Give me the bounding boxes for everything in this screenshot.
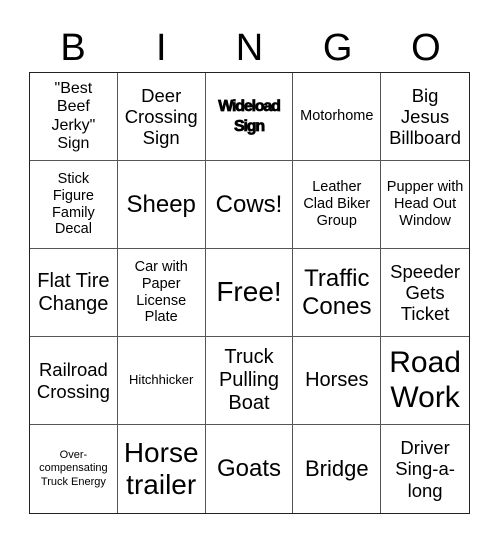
bingo-cell[interactable]: Over-compensating Truck Energy: [30, 425, 118, 513]
bingo-cell[interactable]: Driver Sing-a-long: [381, 425, 469, 513]
cell-label: Goats: [216, 455, 281, 483]
cell-label: Motorhome: [300, 108, 374, 125]
cell-label: Road Work: [389, 346, 461, 414]
bingo-cell[interactable]: Speeder Gets Ticket: [381, 249, 469, 337]
bingo-cell[interactable]: Pupper with Head Out Window: [381, 161, 469, 249]
cell-label: Horses: [305, 369, 369, 391]
cell-label: Cows!: [215, 190, 283, 218]
cell-label: Flat Tire Change: [37, 269, 110, 315]
bingo-cell[interactable]: Bridge: [293, 425, 382, 513]
bingo-cell[interactable]: Cows!: [205, 161, 294, 249]
bingo-cell[interactable]: Goats: [206, 425, 294, 513]
cell-label: Wideload Sign: [218, 98, 281, 135]
header-letter-g: G: [322, 27, 353, 69]
bingo-cell[interactable]: Wideload Sign: [205, 73, 294, 161]
cell-label: Hitchhicker: [129, 372, 194, 388]
cell-label: Traffic Cones: [302, 264, 372, 320]
bingo-cell[interactable]: Leather Clad Biker Group: [293, 161, 382, 249]
bingo-cell[interactable]: Deer Crossing Sign: [117, 73, 206, 161]
bingo-cell[interactable]: Free!: [205, 249, 294, 337]
cell-label: Driver Sing-a-long: [395, 437, 455, 501]
header-letter-o: O: [411, 27, 441, 69]
bingo-cell[interactable]: Sheep: [117, 161, 206, 249]
bingo-header: B I N G O: [29, 24, 470, 72]
cell-label: Big Jesus Billboard: [389, 84, 462, 149]
cell-label: Pupper with Head Out Window: [386, 179, 464, 229]
header-letter-i: I: [156, 27, 167, 69]
cell-label: Truck Pulling Boat: [218, 346, 279, 414]
cell-label: Sheep: [126, 190, 196, 218]
bingo-cell[interactable]: Road Work: [381, 337, 469, 425]
cell-label: Railroad Crossing: [36, 359, 110, 402]
bingo-grid: "Best Beef Jerky" Sign Deer Crossing Sig…: [29, 72, 470, 514]
header-letter-n: N: [235, 27, 264, 69]
bingo-cell[interactable]: Stick Figure Family Decal: [30, 161, 118, 249]
bingo-cell[interactable]: Hitchhicker: [117, 337, 206, 425]
cell-label: Deer Crossing Sign: [124, 84, 198, 149]
cell-label: Free!: [216, 276, 282, 308]
bingo-cell[interactable]: Traffic Cones: [293, 249, 382, 337]
bingo-cell[interactable]: Horses: [293, 337, 382, 425]
header-letter-b: B: [60, 27, 86, 69]
cell-label: Over-compensating Truck Energy: [39, 449, 108, 488]
cell-label: Stick Figure Family Decal: [52, 171, 95, 238]
cell-label: Car with Paper License Plate: [134, 259, 188, 326]
cell-label: Speeder Gets Ticket: [390, 260, 461, 325]
cell-label: "Best Beef Jerky" Sign: [51, 79, 96, 152]
bingo-cell[interactable]: Big Jesus Billboard: [381, 73, 469, 161]
bingo-cell[interactable]: Railroad Crossing: [30, 337, 118, 425]
cell-label: Leather Clad Biker Group: [303, 179, 371, 229]
bingo-cell[interactable]: Flat Tire Change: [30, 249, 118, 337]
bingo-cell[interactable]: "Best Beef Jerky" Sign: [30, 73, 118, 161]
bingo-cell[interactable]: Horse trailer: [118, 425, 206, 513]
cell-label: Horse trailer: [123, 436, 199, 500]
bingo-cell[interactable]: Truck Pulling Boat: [205, 337, 294, 425]
bingo-cell[interactable]: Motorhome: [293, 73, 382, 161]
cell-label: Bridge: [304, 456, 369, 482]
bingo-cell[interactable]: Car with Paper License Plate: [117, 249, 206, 337]
